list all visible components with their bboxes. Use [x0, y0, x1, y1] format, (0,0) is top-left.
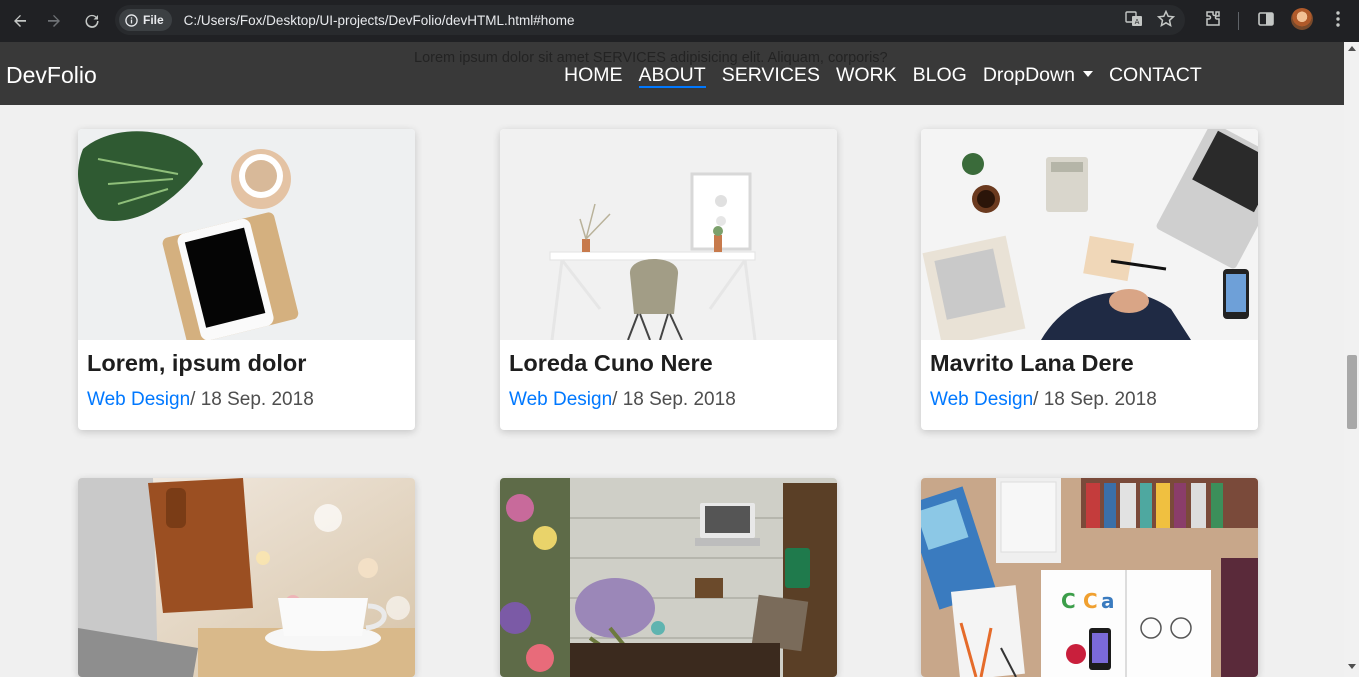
back-arrow-icon[interactable]: [8, 9, 32, 33]
nav-dropdown-label: DropDown: [982, 64, 1075, 86]
card-image-coffee-laptop: [78, 478, 415, 677]
nav-contact[interactable]: CONTACT: [1109, 64, 1202, 88]
card-image-business-desk: [921, 129, 1258, 340]
card-category-link[interactable]: Web Design: [509, 389, 612, 410]
card-meta: Web Design/ 18 Sep. 2018: [87, 389, 314, 411]
card-image-design-books: C C a: [921, 478, 1258, 677]
work-card[interactable]: C C a: [921, 478, 1258, 677]
nav-work[interactable]: WORK: [836, 64, 897, 88]
card-image-flowers-workbench: [500, 478, 837, 677]
card-title[interactable]: Lorem, ipsum dolor: [87, 350, 306, 377]
card-title[interactable]: Mavrito Lana Dere: [930, 350, 1134, 377]
browser-toolbar: File C:/Users/Fox/Desktop/UI-projects/De…: [0, 0, 1359, 42]
svg-text:A: A: [1135, 18, 1140, 26]
menu-dots-icon[interactable]: [1328, 9, 1348, 34]
nav-home[interactable]: HOME: [564, 64, 623, 88]
scroll-down-arrow-icon[interactable]: [1348, 664, 1356, 669]
work-card[interactable]: Lorem, ipsum dolor Web Design/ 18 Sep. 2…: [78, 129, 415, 430]
bookmark-star-icon[interactable]: [1157, 10, 1175, 28]
forward-arrow-icon[interactable]: [42, 9, 66, 33]
card-category-link[interactable]: Web Design: [930, 389, 1033, 410]
svg-text:C: C: [1083, 589, 1098, 613]
nav-about[interactable]: ABOUT: [638, 64, 706, 88]
card-date: / 18 Sep. 2018: [1033, 389, 1157, 410]
card-image-tablet: [78, 129, 415, 340]
site-info-chip[interactable]: File: [119, 9, 172, 31]
nav-blog[interactable]: BLOG: [913, 64, 967, 88]
reload-icon[interactable]: [80, 9, 104, 33]
work-card[interactable]: Loreda Cuno Nere Web Design/ 18 Sep. 201…: [500, 129, 837, 430]
card-image-desk-chair: [500, 129, 837, 340]
nav-services[interactable]: SERVICES: [722, 64, 820, 88]
side-panel-icon[interactable]: [1256, 9, 1276, 34]
scroll-up-arrow-icon[interactable]: [1348, 46, 1356, 51]
svg-text:C: C: [1061, 589, 1076, 613]
brand-logo[interactable]: DevFolio: [6, 62, 97, 89]
hero-overlay-text: Lorem ipsum dolor sit amet SERVICES adip…: [414, 50, 888, 66]
work-card[interactable]: Mavrito Lana Dere Web Design/ 18 Sep. 20…: [921, 129, 1258, 430]
caret-down-icon: [1082, 70, 1093, 77]
card-category-link[interactable]: Web Design: [87, 389, 190, 410]
info-icon: [125, 13, 138, 27]
site-chip-label: File: [143, 13, 164, 27]
translate-icon[interactable]: A: [1125, 10, 1143, 28]
svg-text:a: a: [1101, 589, 1115, 613]
scrollbar-thumb[interactable]: [1347, 355, 1357, 429]
card-date: / 18 Sep. 2018: [190, 389, 314, 410]
nav-menu: HOME ABOUT SERVICES WORK BLOG DropDown C…: [564, 64, 1202, 88]
url-text[interactable]: C:/Users/Fox/Desktop/UI-projects/DevFoli…: [184, 13, 575, 28]
toolbar-divider: [1238, 12, 1239, 30]
card-meta: Web Design/ 18 Sep. 2018: [930, 389, 1157, 411]
card-date: / 18 Sep. 2018: [612, 389, 736, 410]
address-bar[interactable]: File C:/Users/Fox/Desktop/UI-projects/De…: [115, 5, 1185, 35]
nav-dropdown[interactable]: DropDown: [983, 64, 1093, 88]
profile-avatar[interactable]: [1291, 8, 1313, 30]
work-card[interactable]: [500, 478, 837, 677]
extensions-icon[interactable]: [1203, 9, 1223, 34]
work-card[interactable]: [78, 478, 415, 677]
card-meta: Web Design/ 18 Sep. 2018: [509, 389, 736, 411]
card-title[interactable]: Loreda Cuno Nere: [509, 350, 713, 377]
